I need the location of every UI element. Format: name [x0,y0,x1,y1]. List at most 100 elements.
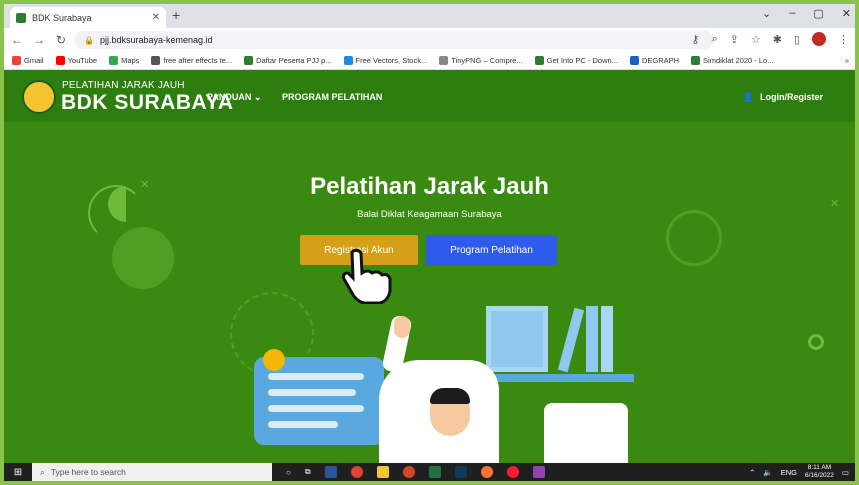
toolbar: ← → ↻ 🔒 pjj.bdksurabaya-kemenag.id ⚷ ⌕ ⇪… [4,28,855,52]
menu-kebab-icon[interactable]: ⋮ [838,33,849,46]
bookmark-gmail[interactable]: Gmail [12,56,44,65]
chat-line [268,421,338,428]
kemenag-logo-icon[interactable] [22,80,56,114]
forward-icon[interactable]: → [30,33,48,47]
key-icon[interactable]: ⚷ [691,33,699,46]
lamp-illustration [544,403,628,463]
hero-subtitle: Balai Diklat Keagamaan Surabaya [357,209,502,220]
windows-taskbar: ⊞ ⌕ Type here to search ○ ⧉ ⌃ 🔈 ENG 8:11… [4,463,855,481]
taskbar-apps: ○ ⧉ [286,466,545,478]
book [601,306,613,372]
clock[interactable]: 8:11 AM 6/16/2022 [805,464,834,480]
photoshop-icon[interactable] [454,466,467,478]
bookshelf-illustration [482,374,634,382]
hand-cursor-icon [342,248,392,304]
nav-panduan[interactable]: PANDUAN ⌄ [207,92,261,103]
site-favicon-icon [16,12,26,23]
nav-program-pelatihan[interactable]: PROGRAM PELATIHAN [282,92,382,102]
bookmark-maps[interactable]: Maps [109,56,139,65]
person-hand [394,316,410,338]
chat-line [268,373,364,380]
website-content: ✕ ✕ PELATIHAN JARAK JAUH BDK SURABAYA PA… [4,70,855,463]
share-icon[interactable]: ⇪ [730,33,739,46]
toolbar-actions: ⚷ ⌕ ⇪ ☆ ✱ ▯ ⋮ [691,32,849,46]
cortana-icon[interactable]: ○ [286,468,291,477]
bookmark-icon [691,56,701,65]
app-icon[interactable] [532,466,545,478]
sidepanel-icon[interactable]: ▯ [794,33,800,46]
bookmark-tinypng[interactable]: TinyPNG – Compre... [439,56,523,65]
chat-line [268,405,364,412]
tab-title: BDK Surabaya [32,12,92,23]
tab-bdk-surabaya[interactable]: BDK Surabaya ✕ [10,7,166,28]
bookmark-youtube[interactable]: YouTube [55,56,97,65]
minimize-button[interactable]: – [789,7,795,20]
bookmark-after-effects[interactable]: free after effects te... [151,56,232,65]
star-icon[interactable]: ☆ [751,33,761,46]
window-controls: ⌄ – ▢ ✕ [762,7,851,20]
hero-title: Pelatihan Jarak Jauh [310,173,549,200]
bookmark-getintopc[interactable]: Get Into PC - Down... [534,56,618,65]
login-register-link[interactable]: 👤 Login/Register [743,92,823,103]
chrome-icon[interactable] [350,466,363,478]
reload-icon[interactable]: ↻ [52,33,70,47]
opera-icon[interactable] [506,466,519,478]
excel-icon[interactable] [428,466,441,478]
taskbar-search-placeholder: Type here to search [50,467,126,477]
file-explorer-icon[interactable] [376,466,389,478]
bookmarks-bar: Gmail YouTube Maps free after effects te… [4,52,855,70]
book [586,306,598,372]
taskbar-search[interactable]: ⌕ Type here to search [32,463,272,481]
bookmark-simdiklat[interactable]: Simdiklat 2020 - Lo... [691,56,773,65]
site-header: PELATIHAN JARAK JAUH BDK SURABAYA PANDUA… [4,70,855,122]
person-cap [430,388,470,404]
bookmark-free-vectors[interactable]: Free Vectors, Stock... [343,56,427,65]
firefox-icon[interactable] [480,466,493,478]
bookmarks-overflow[interactable]: » [845,56,855,65]
bookmark-icon [244,56,254,65]
volume-icon[interactable]: 🔈 [763,468,772,477]
search-icon: ⌕ [40,466,45,477]
decor-ring-small [808,334,824,350]
bookmark-icon [151,56,161,65]
new-tab-button[interactable]: + [172,7,180,23]
word-icon[interactable] [324,466,337,478]
bookmark-icon [343,56,353,65]
notification-icon[interactable]: ▭ [842,468,849,477]
bookmark-degraph[interactable]: DEGRAPH [629,56,679,65]
tab-close-icon[interactable]: ✕ [152,12,160,23]
profile-avatar[interactable] [812,32,826,46]
login-label: Login/Register [759,92,823,102]
restore-button[interactable]: ▢ [813,7,823,20]
brand-tagline: PELATIHAN JARAK JAUH [62,80,185,91]
yellow-dot [263,349,285,371]
browser-window: BDK Surabaya ✕ + ⌄ – ▢ ✕ ← → ↻ 🔒 pjj.bdk… [4,4,855,481]
windows-start-icon[interactable]: ⊞ [4,467,32,478]
user-icon: 👤 [742,92,754,102]
bookmark-icon [629,56,639,65]
chat-line [268,389,356,396]
youtube-icon [55,56,65,65]
language-indicator[interactable]: ENG [781,468,797,477]
clock-date: 6/16/2022 [804,472,834,479]
tray-chevron-icon[interactable]: ⌃ [749,468,755,477]
back-icon[interactable]: ← [8,33,26,47]
powerpoint-icon[interactable] [402,466,415,478]
tab-search-icon[interactable]: ⌄ [762,7,771,20]
program-pelatihan-button[interactable]: Program Pelatihan [426,235,557,265]
gmail-icon [12,56,21,65]
bookmark-icon [439,56,449,65]
lock-icon[interactable]: 🔒 [84,36,94,45]
system-tray: ⌃ 🔈 ENG 8:11 AM 6/16/2022 ▭ [749,464,855,480]
task-view-icon[interactable]: ⧉ [305,467,311,477]
maps-icon [109,56,119,65]
tab-bar: BDK Surabaya ✕ + ⌄ – ▢ ✕ [4,4,855,28]
clock-time: 8:11 AM [807,464,832,471]
address-bar[interactable]: 🔒 pjj.bdksurabaya-kemenag.id [74,31,714,49]
bookmark-icon [534,56,544,65]
close-window-button[interactable]: ✕ [842,7,851,20]
extensions-icon[interactable]: ✱ [773,33,782,46]
bookmark-daftar-peserta[interactable]: Daftar Peserta PJJ p... [244,56,332,65]
zoom-icon[interactable]: ⌕ [711,33,717,46]
book [557,307,585,373]
